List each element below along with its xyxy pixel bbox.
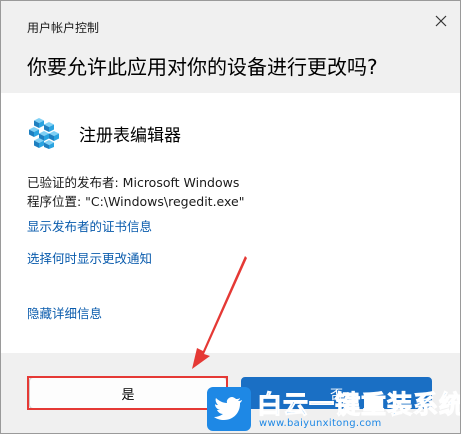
close-icon (435, 15, 447, 27)
close-button[interactable] (429, 9, 453, 33)
app-info-row: 注册表编辑器 (27, 113, 181, 153)
uac-dialog: 用户帐户控制 你要允许此应用对你的设备进行更改吗? 注册表编辑器 已验证的发布者… (0, 0, 461, 434)
no-button[interactable]: 否 (241, 377, 432, 409)
yes-button[interactable]: 是 (29, 377, 227, 409)
publisher-line: 已验证的发布者: Microsoft Windows (27, 175, 240, 190)
show-cert-link[interactable]: 显示发布者的证书信息 (27, 216, 152, 235)
app-details: 已验证的发布者: Microsoft Windows 程序位置: "C:\Win… (27, 173, 244, 211)
regedit-cubes-icon (29, 118, 59, 149)
uac-question: 你要允许此应用对你的设备进行更改吗? (27, 55, 378, 79)
hide-details-link[interactable]: 隐藏详细信息 (27, 303, 102, 322)
dialog-header: 用户帐户控制 你要允许此应用对你的设备进行更改吗? (1, 1, 460, 93)
change-notify-link[interactable]: 选择何时显示更改通知 (27, 248, 152, 267)
location-line: 程序位置: "C:\Windows\regedit.exe" (27, 194, 245, 209)
window-title: 用户帐户控制 (27, 21, 100, 35)
app-name: 注册表编辑器 (79, 125, 181, 146)
